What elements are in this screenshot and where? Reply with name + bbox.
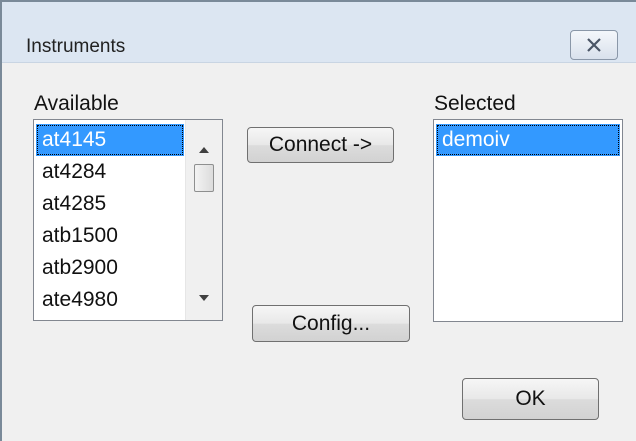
available-listbox[interactable]: at4145 at4284 at4285 atb1500 atb2900 ate4980	[33, 119, 223, 321]
selected-items: demoiv	[436, 124, 620, 156]
list-item[interactable]: atb2900	[36, 252, 184, 284]
ok-button[interactable]: OK	[462, 378, 599, 420]
scroll-thumb[interactable]	[194, 164, 214, 192]
list-item[interactable]: atb1500	[36, 220, 184, 252]
connect-button[interactable]: Connect ->	[247, 127, 394, 163]
scroll-down-arrow-icon	[199, 288, 209, 306]
scroll-up-arrow-icon	[199, 140, 209, 158]
selected-listbox[interactable]: demoiv	[433, 119, 623, 322]
list-item[interactable]: at4145	[36, 124, 184, 156]
config-button[interactable]: Config...	[252, 305, 410, 342]
available-label: Available	[34, 92, 119, 115]
instruments-dialog: Instruments Available at4145 at4284 at4285…	[0, 0, 636, 441]
available-items: at4145 at4284 at4285 atb1500 atb2900 ate4980	[36, 124, 184, 316]
selected-label: Selected	[434, 92, 516, 115]
window-title: Instruments	[26, 36, 126, 57]
scroll-up-button[interactable]	[186, 134, 222, 164]
close-icon	[586, 38, 602, 52]
list-item[interactable]: demoiv	[436, 124, 620, 156]
title-bar[interactable]: Instruments	[2, 2, 636, 63]
list-item[interactable]: ate4980	[36, 284, 184, 316]
list-item[interactable]: at4284	[36, 156, 184, 188]
close-button[interactable]	[570, 30, 618, 60]
available-scrollbar[interactable]	[185, 120, 222, 320]
list-item[interactable]: at4285	[36, 188, 184, 220]
scroll-down-button[interactable]	[186, 282, 222, 312]
